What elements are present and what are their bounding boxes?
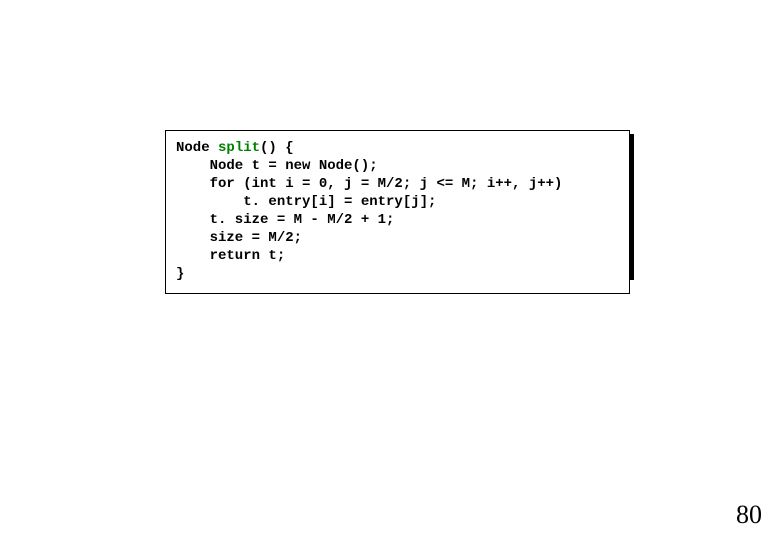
code-text: () { bbox=[260, 140, 294, 156]
code-line-6: size = M/2; bbox=[176, 229, 619, 247]
code-line-5: t. size = M - M/2 + 1; bbox=[176, 211, 619, 229]
code-line-8: } bbox=[176, 265, 619, 283]
page-number: 80 bbox=[736, 500, 762, 530]
code-line-7: return t; bbox=[176, 247, 619, 265]
code-box-wrapper: Node split() { Node t = new Node(); for … bbox=[165, 130, 630, 294]
code-box: Node split() { Node t = new Node(); for … bbox=[165, 130, 630, 294]
method-name: split bbox=[218, 140, 260, 156]
code-line-2: Node t = new Node(); bbox=[176, 157, 619, 175]
code-line-4: t. entry[i] = entry[j]; bbox=[176, 193, 619, 211]
code-line-1: Node split() { bbox=[176, 139, 619, 157]
code-line-3: for (int i = 0, j = M/2; j <= M; i++, j+… bbox=[176, 175, 619, 193]
code-text: Node bbox=[176, 140, 218, 156]
